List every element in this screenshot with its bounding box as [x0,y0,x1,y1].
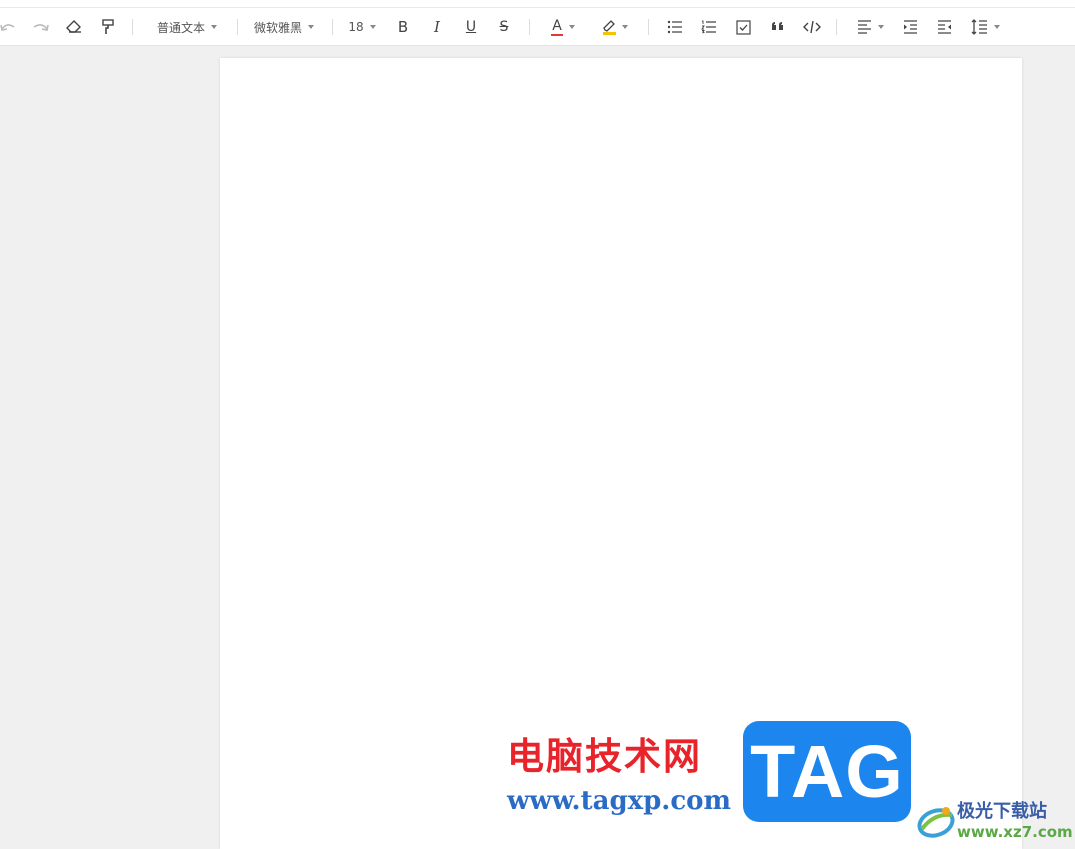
font-color-button[interactable]: A [545,16,581,38]
secondary-site-name: 极光下载站 [957,801,1047,822]
top-strip [0,0,1075,8]
aurora-logo-icon [917,807,955,838]
toolbar-divider [836,19,837,35]
watermark-site-name: 电脑技术网 [507,735,702,778]
highlight-color-button[interactable] [597,16,633,38]
font-color-icon: A [551,19,563,36]
bold-button[interactable]: B [394,16,412,38]
indent-increase-button[interactable] [900,16,920,38]
secondary-watermark: 极光下载站 www.xz7.com [914,795,1075,849]
undo-icon [0,24,15,31]
line-height-dropdown[interactable] [968,16,1002,38]
code-button[interactable] [801,16,823,38]
quote-icon [772,22,783,30]
numbered-list-button[interactable] [699,16,719,38]
chevron-down-icon [569,25,575,29]
chevron-down-icon [308,25,314,29]
redo-button[interactable] [30,16,50,38]
watermark-site-url: www.tagxp.com [507,786,732,816]
chevron-down-icon [622,25,628,29]
paragraph-style-value: 普通文本 [156,20,205,35]
redo-icon [33,24,49,31]
numbered-list-icon [701,20,716,34]
indent-increase-icon [903,20,917,34]
highlight-color-swatch [602,31,616,35]
font-family-value: 微软雅黑 [253,20,302,35]
highlighter-icon [602,19,616,35]
checkbox-list-icon [735,19,751,35]
strikethrough-icon: S [499,19,509,35]
toolbar-divider [529,19,530,35]
checkbox-list-button[interactable] [733,16,753,38]
format-painter-button[interactable] [98,16,118,38]
align-left-icon [857,20,871,34]
underline-icon: U [465,19,477,35]
line-height-icon [971,19,987,35]
font-size-value: 18 [348,20,364,34]
undo-button[interactable] [0,16,16,38]
bold-icon: B [397,18,409,36]
align-dropdown[interactable] [853,16,887,38]
paragraph-style-dropdown[interactable]: 普通文本 [150,16,224,38]
chevron-down-icon [211,25,217,29]
bulleted-list-icon [667,20,682,34]
editor-toolbar: 普通文本 微软雅黑 18 B I U S A [0,8,1075,46]
quote-button[interactable] [768,16,788,38]
italic-button[interactable]: I [428,16,446,38]
indent-decrease-button[interactable] [934,16,954,38]
bulleted-list-button[interactable] [665,16,685,38]
clear-format-button[interactable] [64,16,84,38]
font-size-dropdown[interactable]: 18 [345,16,379,38]
chevron-down-icon [993,25,1000,29]
toolbar-divider [237,19,238,35]
chevron-down-icon [877,25,884,29]
indent-decrease-icon [937,20,951,34]
format-painter-icon [102,19,114,34]
secondary-site-url: www.xz7.com [957,823,1073,841]
toolbar-divider [132,19,133,35]
eraser-icon [66,20,81,33]
font-color-letter: A [552,17,562,34]
font-family-dropdown[interactable]: 微软雅黑 [250,16,318,38]
italic-icon: I [434,18,440,36]
underline-button[interactable]: U [462,16,480,38]
toolbar-divider [332,19,333,35]
code-icon [803,20,821,34]
chevron-down-icon [369,25,376,29]
watermark-tag-logo: TAG [743,721,911,822]
font-color-swatch [551,33,563,36]
toolbar-divider [648,19,649,35]
strikethrough-button[interactable]: S [495,16,513,38]
